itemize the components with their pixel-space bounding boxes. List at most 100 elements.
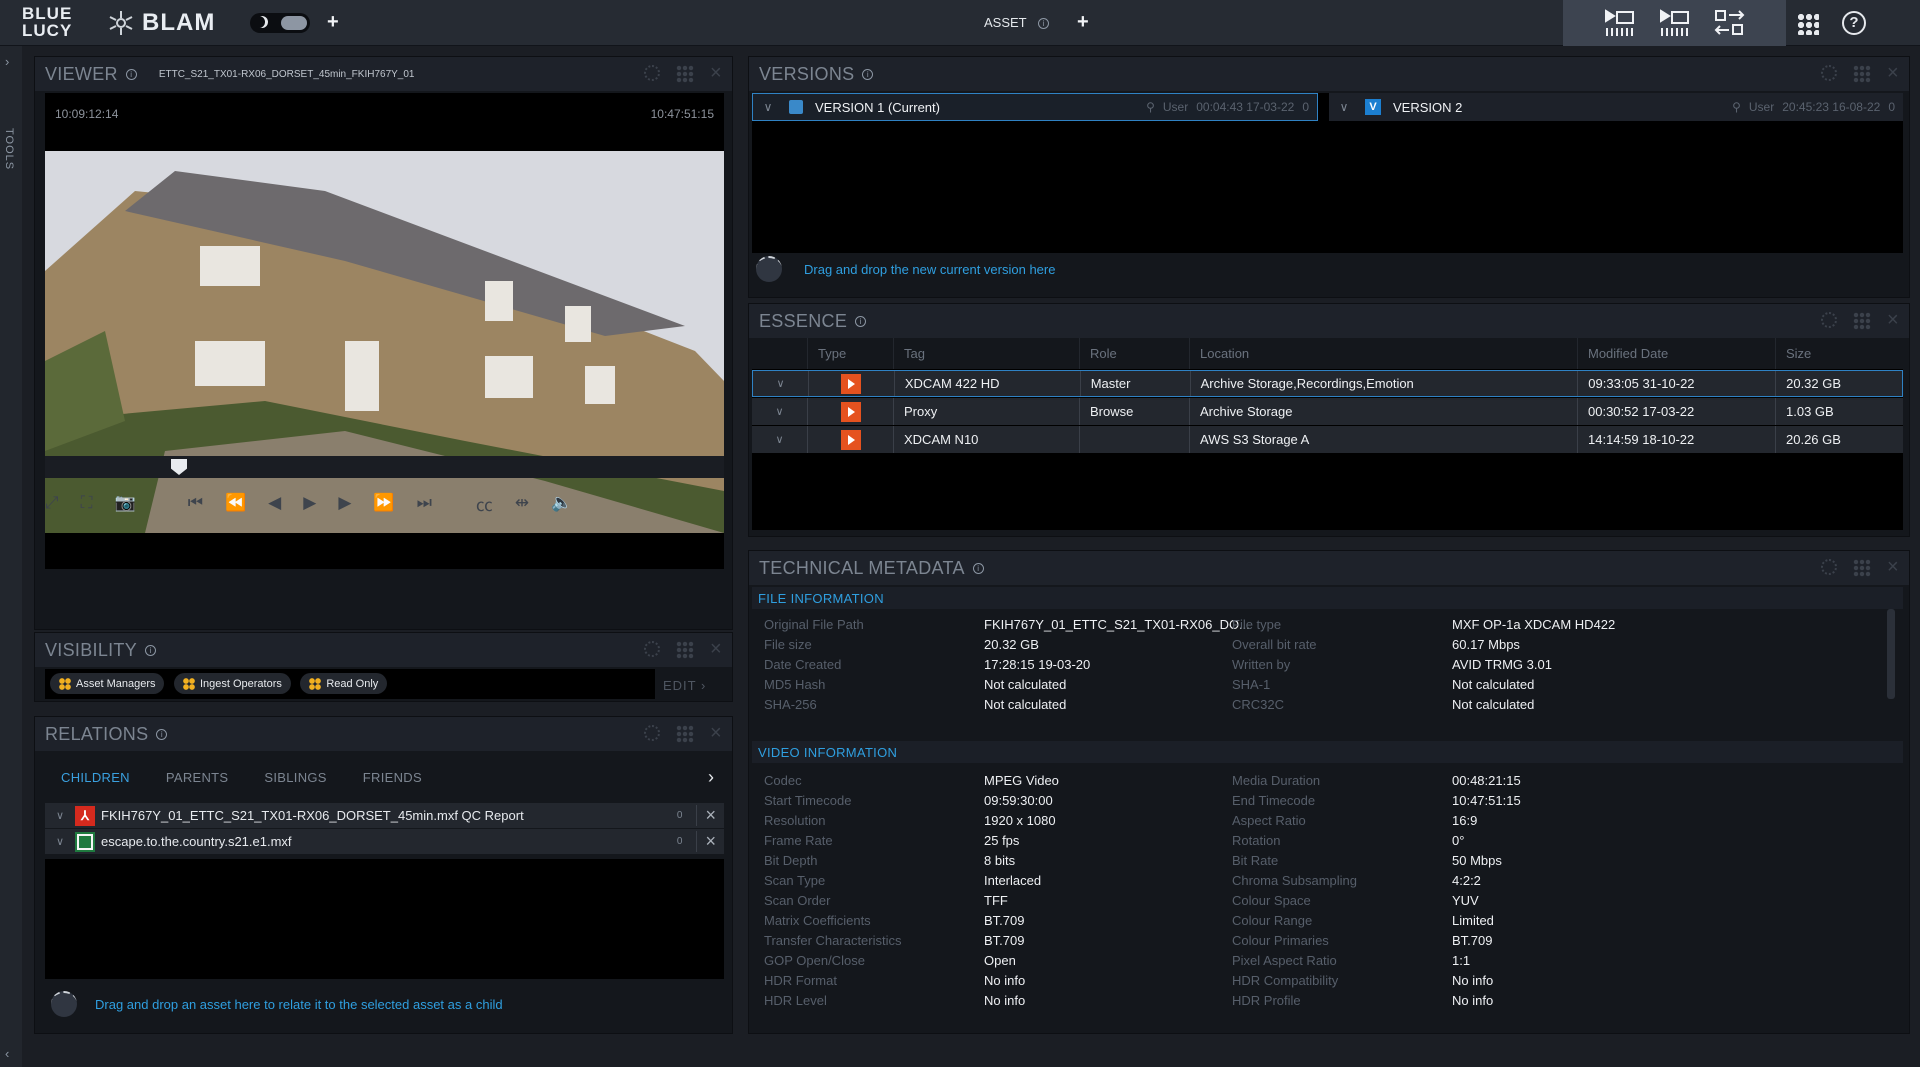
tag-chip[interactable]: Ingest Operators xyxy=(173,673,291,694)
chevron-down-icon[interactable]: ∨ xyxy=(752,426,808,453)
metadata-value: Interlaced xyxy=(984,873,1042,888)
close-icon[interactable]: × xyxy=(710,639,722,659)
settings-icon[interactable] xyxy=(1821,312,1838,328)
version-card[interactable]: ∨ VERSION 1 (Current) ⚲ User 00:04:43 17-0… xyxy=(752,93,1318,121)
tab-friends[interactable]: FRIENDS xyxy=(363,770,422,785)
chevron-down-icon[interactable]: ∨ xyxy=(753,100,783,114)
collapse-chevron-icon[interactable]: ‹ xyxy=(5,1046,9,1061)
expand-chevron-icon[interactable]: › xyxy=(5,54,9,69)
play-icon[interactable]: ▶ xyxy=(303,493,316,513)
info-icon[interactable]: i xyxy=(156,728,168,740)
close-icon[interactable]: × xyxy=(1887,310,1899,330)
close-icon[interactable]: × xyxy=(710,63,722,83)
metadata-key: File size xyxy=(764,637,812,652)
info-icon[interactable]: i xyxy=(862,68,874,80)
info-icon[interactable]: i xyxy=(1038,18,1050,30)
drop-icon xyxy=(51,991,77,1017)
apps-grid-icon[interactable] xyxy=(1797,13,1819,35)
asset-menu[interactable]: ASSET i xyxy=(984,15,1050,30)
step-back-icon[interactable]: ◀ xyxy=(268,493,281,513)
group-icon xyxy=(309,677,322,690)
go-to-end-icon[interactable]: ⏭ xyxy=(417,493,432,513)
drag-handle-icon[interactable] xyxy=(676,725,695,743)
video-information-section[interactable]: VIDEO INFORMATION xyxy=(752,741,1903,763)
go-to-start-icon[interactable]: ⏮ xyxy=(188,493,203,513)
viewer-filename: ETTC_S21_TX01-RX06_DORSET_45min_FKIH767Y… xyxy=(158,68,415,80)
close-icon[interactable]: × xyxy=(1887,557,1899,577)
chevron-down-icon[interactable]: ∨ xyxy=(752,398,808,425)
drag-handle-icon[interactable] xyxy=(1853,312,1872,330)
close-icon[interactable]: × xyxy=(710,723,722,743)
settings-icon[interactable] xyxy=(644,65,661,81)
tools-sidebar[interactable]: › TOOLS ‹ xyxy=(0,46,22,1067)
rewind-icon[interactable]: ⏪ xyxy=(225,493,246,513)
info-icon[interactable]: i xyxy=(125,68,137,80)
chevron-down-icon[interactable]: ∨ xyxy=(753,371,809,396)
viewer-layout-2-icon[interactable] xyxy=(1658,8,1694,38)
metadata-value: BT.709 xyxy=(984,933,1025,948)
settings-icon[interactable] xyxy=(644,725,661,741)
info-icon[interactable]: i xyxy=(145,644,157,656)
pop-out-icon[interactable]: ⤢ xyxy=(45,493,59,513)
chevron-down-icon[interactable]: ∨ xyxy=(1329,100,1359,114)
close-icon[interactable]: × xyxy=(696,831,724,852)
tab-parents[interactable]: PARENTS xyxy=(166,770,229,785)
metadata-value: BT.709 xyxy=(984,913,1025,928)
help-icon[interactable]: ? xyxy=(1842,11,1866,35)
drag-handle-icon[interactable] xyxy=(676,641,695,659)
playhead-handle[interactable] xyxy=(171,459,187,475)
swap-layout-icon[interactable] xyxy=(1713,8,1749,38)
panel-title: VIEWER xyxy=(45,63,118,84)
tab-siblings[interactable]: SIBLINGS xyxy=(264,770,326,785)
chevron-down-icon[interactable]: ∨ xyxy=(45,809,75,822)
info-icon[interactable]: i xyxy=(972,562,984,574)
loop-icon[interactable]: ⇹ xyxy=(515,493,529,513)
settings-icon[interactable] xyxy=(1821,559,1838,575)
fullscreen-icon[interactable]: ⛶ xyxy=(81,493,93,513)
relations-list: ∨ ⅄ FKIH767Y_01_ETTC_S21_TX01-RX06_DORSE… xyxy=(45,803,724,855)
drag-handle-icon[interactable] xyxy=(676,65,695,83)
add-asset-icon[interactable]: + xyxy=(1077,12,1089,32)
theme-toggle[interactable] xyxy=(250,13,310,33)
metadata-key: Original File Path xyxy=(764,617,864,632)
toggle-knob xyxy=(281,16,307,30)
chevron-down-icon[interactable]: ∨ xyxy=(45,835,75,848)
essence-header: ESSENCE i × xyxy=(749,304,1909,338)
blam-logo[interactable]: BLAM xyxy=(108,9,215,36)
tab-children[interactable]: CHILDREN xyxy=(61,770,130,785)
step-forward-icon[interactable]: ▶ xyxy=(338,493,351,513)
table-row[interactable]: ∨ XDCAM N10 AWS S3 Storage A 14:14:59 18… xyxy=(752,426,1903,453)
chevron-right-icon[interactable]: › xyxy=(708,767,714,788)
drag-handle-icon[interactable] xyxy=(1853,65,1872,83)
settings-icon[interactable] xyxy=(1821,65,1838,81)
metadata-key: Written by xyxy=(1232,657,1291,672)
info-icon[interactable]: i xyxy=(855,315,867,327)
drag-handle-icon[interactable] xyxy=(1853,559,1872,577)
metadata-value: No info xyxy=(1452,973,1494,988)
scrollbar[interactable] xyxy=(1887,609,1895,699)
tag-chip[interactable]: Asset Managers xyxy=(50,673,165,694)
volume-icon[interactable]: 🔈 xyxy=(551,493,572,513)
table-row[interactable]: ∨ Proxy Browse Archive Storage 00:30:52 … xyxy=(752,398,1903,425)
edit-button[interactable]: EDIT › xyxy=(663,678,706,693)
closed-captions-icon[interactable]: ㏄ xyxy=(476,491,493,516)
close-icon[interactable]: × xyxy=(696,805,724,826)
fast-forward-icon[interactable]: ⏩ xyxy=(373,493,394,513)
relations-drop-area[interactable] xyxy=(45,859,724,979)
bluelucy-logo[interactable]: BLUE LUCY xyxy=(22,5,78,39)
file-information-section[interactable]: FILE INFORMATION xyxy=(752,587,1903,609)
table-row[interactable]: ∨ XDCAM 422 HD Master Archive Storage,Re… xyxy=(752,370,1903,397)
list-item[interactable]: ∨ escape.to.the.country.s21.e1.mxf 0 × xyxy=(45,829,724,855)
metadata-key: HDR Compatibility xyxy=(1232,973,1339,988)
add-icon[interactable]: + xyxy=(327,12,339,32)
metadata-value: Not calculated xyxy=(1452,677,1535,692)
file-information-grid: Original File Path FKIH767Y_01_ETTC_S21_T… xyxy=(752,609,1887,712)
snapshot-icon[interactable]: 📷 xyxy=(115,493,136,513)
viewer-layout-1-icon[interactable] xyxy=(1603,8,1639,38)
tag-chip[interactable]: Read Only xyxy=(300,673,388,694)
scrub-bar[interactable] xyxy=(45,456,724,478)
version-card[interactable]: ∨ V VERSION 2 ⚲ User 20:45:23 16-08-22 0 xyxy=(1329,93,1903,121)
settings-icon[interactable] xyxy=(644,641,661,657)
close-icon[interactable]: × xyxy=(1887,63,1899,83)
list-item[interactable]: ∨ ⅄ FKIH767Y_01_ETTC_S21_TX01-RX06_DORSE… xyxy=(45,803,724,829)
